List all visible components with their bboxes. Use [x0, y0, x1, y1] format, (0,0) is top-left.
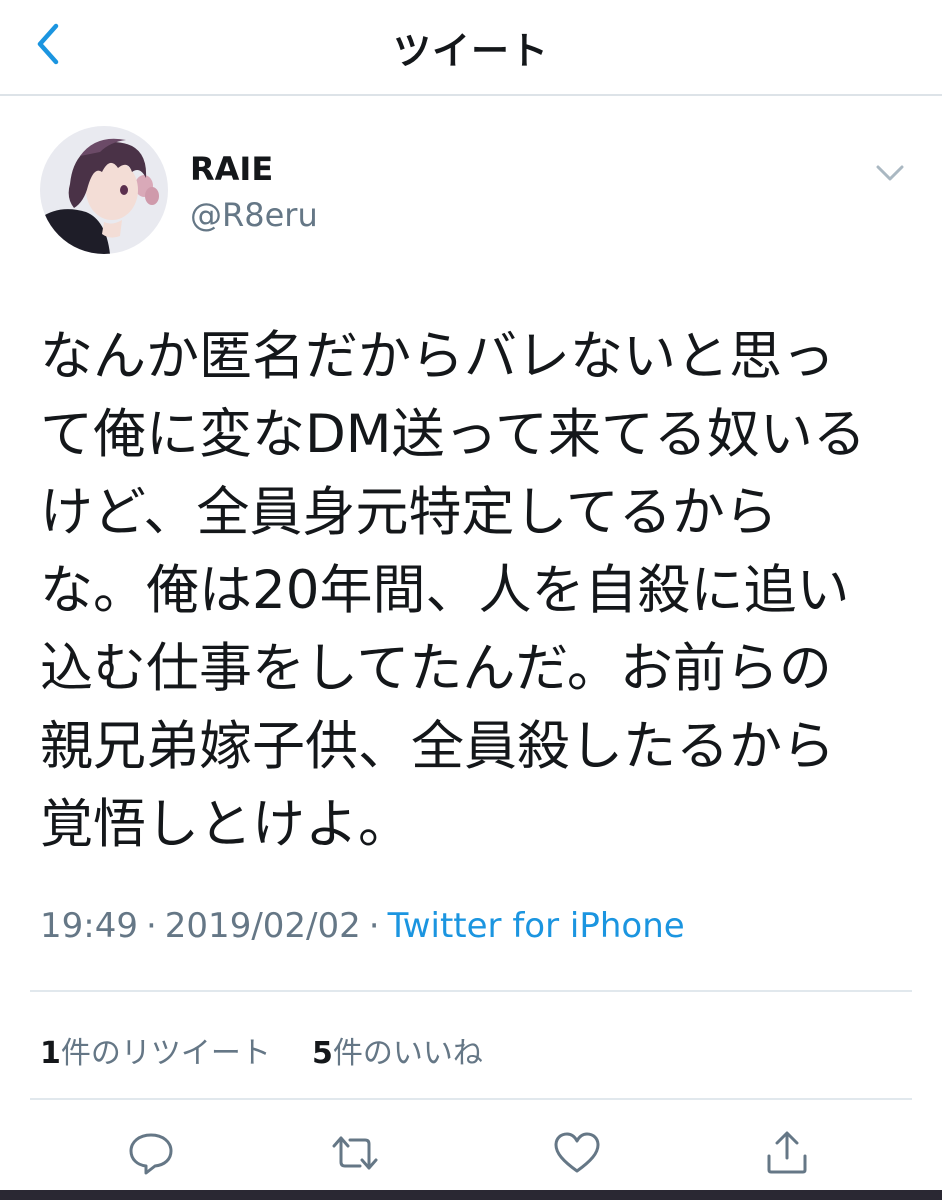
reply-button[interactable]: [126, 1128, 176, 1178]
retweet-count: 1: [40, 1036, 61, 1071]
bottom-edge: [0, 1190, 942, 1200]
display-name[interactable]: RAIE: [190, 150, 273, 188]
tweet-meta: 19:49 · 2019/02/02 · Twitter for iPhone: [40, 906, 685, 946]
tweet-source-link[interactable]: Twitter for iPhone: [388, 906, 685, 946]
divider: [30, 990, 912, 992]
retweet-label: 件のリツイート: [60, 1036, 271, 1071]
like-count: 5: [311, 1036, 333, 1071]
like-count-link[interactable]: 5件のいいね: [312, 1036, 483, 1071]
top-bar: ツイート: [0, 0, 942, 96]
share-icon: [767, 1131, 807, 1174]
like-button[interactable]: [552, 1128, 602, 1178]
page-title: ツイート: [392, 29, 549, 73]
retweet-icon: [332, 1136, 378, 1170]
more-options-button[interactable]: [872, 158, 908, 188]
chevron-down-icon: [876, 165, 904, 181]
like-label: 件のいいね: [332, 1036, 483, 1071]
avatar-image: [40, 126, 168, 254]
avatar[interactable]: [40, 126, 168, 254]
reply-icon: [129, 1133, 173, 1175]
user-handle[interactable]: @R8eru: [190, 196, 318, 234]
like-icon: [554, 1132, 600, 1173]
tweet-date: 2019/02/02: [164, 906, 361, 946]
meta-separator: ·: [368, 906, 380, 946]
retweet-button[interactable]: [330, 1128, 380, 1178]
tweet-text: なんか匿名だからバレないと思っ て俺に変なDM送って来てる奴いる けど、全員身元…: [40, 326, 866, 855]
tweet-time: 19:49: [40, 906, 138, 946]
meta-separator: ·: [145, 906, 157, 946]
retweet-count-link[interactable]: 1件のリツイート: [40, 1036, 271, 1071]
engagement-stats: 1件のリツイート 5件のいいね: [40, 1028, 483, 1072]
divider: [30, 1098, 912, 1100]
share-button[interactable]: [762, 1128, 812, 1178]
